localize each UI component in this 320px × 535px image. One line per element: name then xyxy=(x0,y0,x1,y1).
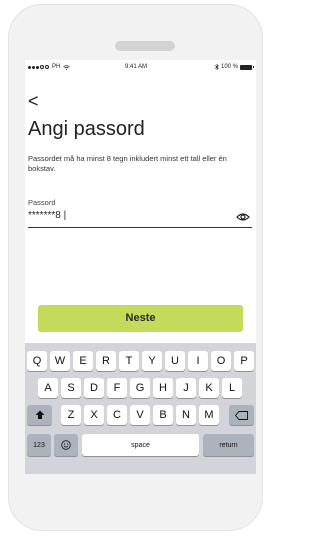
key-d[interactable]: D xyxy=(84,378,104,398)
onscreen-keyboard: Q W E R T Y U I O P A S D F G H J K L Z … xyxy=(25,343,256,474)
key-f[interactable]: F xyxy=(107,378,127,398)
key-g[interactable]: G xyxy=(130,378,150,398)
key-w[interactable]: W xyxy=(50,351,70,371)
password-label: Passord xyxy=(28,198,56,207)
emoji-key[interactable] xyxy=(54,434,78,456)
key-x[interactable]: X xyxy=(84,405,104,425)
password-input[interactable]: *******8 | xyxy=(28,210,252,228)
key-k[interactable]: K xyxy=(199,378,219,398)
key-n[interactable]: N xyxy=(176,405,196,425)
key-z[interactable]: Z xyxy=(61,405,81,425)
page-title: Angi passord xyxy=(28,118,145,140)
battery-percent: 100 % xyxy=(220,64,238,70)
key-s[interactable]: S xyxy=(61,378,81,398)
carrier-name: PH xyxy=(52,64,61,70)
return-key[interactable]: return xyxy=(203,434,254,456)
delete-key[interactable] xyxy=(229,405,254,425)
key-r[interactable]: R xyxy=(96,351,116,371)
battery-icon xyxy=(240,64,254,70)
bluetooth-icon xyxy=(215,64,219,70)
key-b[interactable]: B xyxy=(153,405,173,425)
key-y[interactable]: Y xyxy=(142,351,162,371)
key-t[interactable]: T xyxy=(119,351,139,371)
key-a[interactable]: A xyxy=(38,378,58,398)
shift-key[interactable] xyxy=(27,405,52,425)
status-bar: PH 9:41 AM 100 % xyxy=(25,60,256,74)
emoji-icon xyxy=(61,440,71,450)
key-i[interactable]: I xyxy=(188,351,208,371)
numbers-key[interactable]: 123 xyxy=(27,434,51,456)
backspace-icon xyxy=(235,410,248,420)
speaker-grille xyxy=(115,41,175,51)
password-value: *******8 | xyxy=(28,210,67,221)
key-j[interactable]: J xyxy=(176,378,196,398)
key-e[interactable]: E xyxy=(73,351,93,371)
back-button[interactable]: < xyxy=(28,92,39,110)
password-requirements: Passordet må ha minst 8 tegn inkludert m… xyxy=(28,154,227,173)
app-screen: PH 9:41 AM 100 % < Angi passord Passorde… xyxy=(25,60,256,474)
key-q[interactable]: Q xyxy=(27,351,47,371)
key-p[interactable]: P xyxy=(234,351,254,371)
key-m[interactable]: M xyxy=(199,405,219,425)
signal-indicator: PH xyxy=(28,64,71,70)
space-key[interactable]: space xyxy=(82,434,199,456)
status-time: 9:41 AM xyxy=(125,64,148,70)
eye-icon[interactable] xyxy=(236,212,250,222)
key-o[interactable]: O xyxy=(211,351,231,371)
key-l[interactable]: L xyxy=(222,378,242,398)
next-button[interactable]: Neste xyxy=(38,305,243,332)
wifi-icon xyxy=(63,64,71,70)
key-u[interactable]: U xyxy=(165,351,185,371)
key-c[interactable]: C xyxy=(107,405,127,425)
key-v[interactable]: V xyxy=(130,405,150,425)
key-h[interactable]: H xyxy=(153,378,173,398)
shift-icon xyxy=(35,410,44,419)
battery-indicator: 100 % xyxy=(215,64,254,70)
